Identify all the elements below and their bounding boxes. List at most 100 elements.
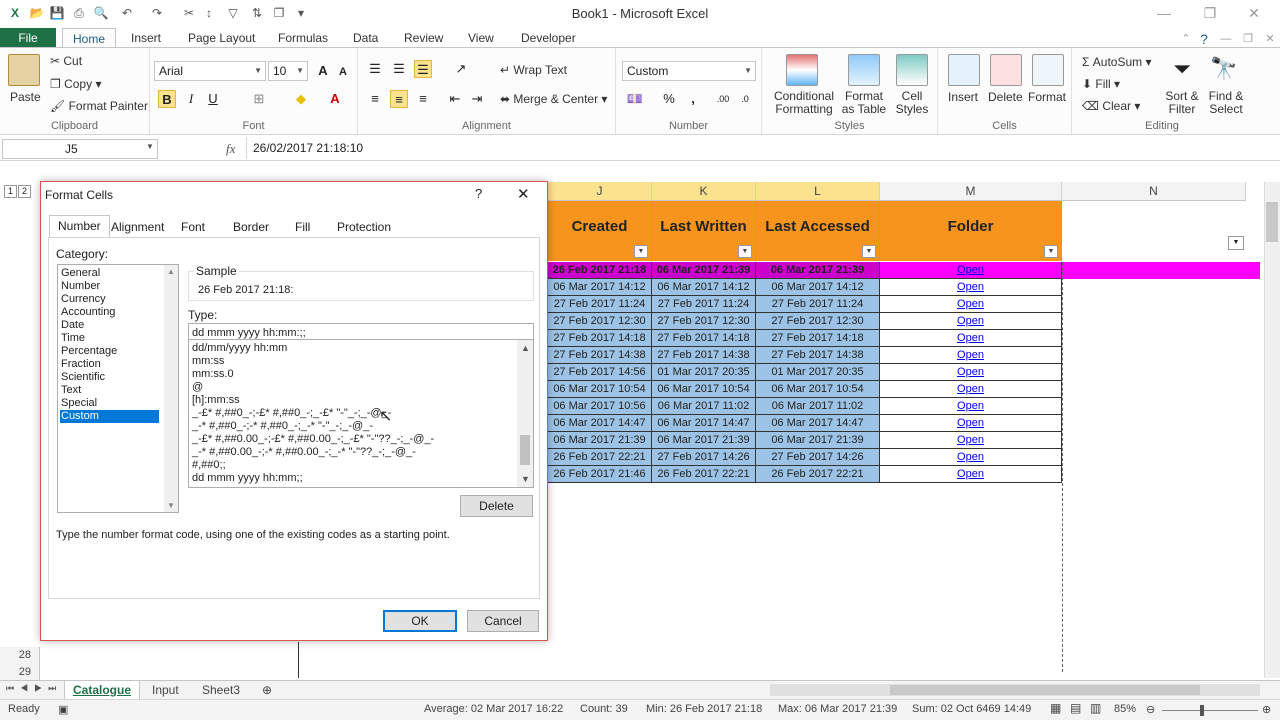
help-icon[interactable]: ? [1194, 30, 1214, 48]
format-list-scrollbar[interactable]: ▲ ▼ [517, 340, 533, 487]
orientation-icon[interactable]: ↗ [452, 60, 470, 78]
date-cell-created[interactable]: 26 Feb 2017 21:18 [548, 262, 652, 279]
sheet-tab-sheet3[interactable]: Sheet3 [194, 681, 248, 699]
folder-open-link[interactable]: Open [880, 313, 1062, 330]
format-code-item[interactable]: [h]:mm:ss [192, 394, 240, 407]
scroll-down-icon[interactable]: ▼ [521, 474, 530, 484]
date-cell-created[interactable]: 26 Feb 2017 21:46 [548, 466, 652, 483]
date-cell-written[interactable]: 27 Feb 2017 11:24 [652, 296, 756, 313]
row-header-28[interactable]: 28 [0, 647, 40, 664]
folder-open-link[interactable]: Open [880, 364, 1062, 381]
category-item[interactable]: Custom [60, 410, 159, 423]
cut-button[interactable]: ✂ Cut [50, 54, 82, 68]
sort-filter-icon[interactable]: ⏷ [1166, 54, 1198, 86]
tab-page-layout[interactable]: Page Layout [178, 28, 265, 48]
shrink-font-icon[interactable]: A [334, 63, 352, 81]
date-cell-written[interactable]: 27 Feb 2017 14:38 [652, 347, 756, 364]
comma-style-icon[interactable]: , [684, 90, 702, 108]
scroll-up-icon[interactable]: ▲ [521, 343, 530, 353]
horizontal-scroll-thumb[interactable] [890, 685, 1200, 695]
filter-dropdown-icon[interactable]: ▼ [738, 245, 752, 258]
format-code-item[interactable]: #,##0;; [192, 459, 226, 472]
conditional-formatting-icon[interactable] [786, 54, 818, 86]
category-item[interactable]: Accounting [60, 306, 159, 319]
font-size-combo[interactable]: 10 ▼ [268, 61, 308, 81]
zoom-slider-handle[interactable] [1200, 705, 1204, 716]
date-cell-created[interactable]: 06 Mar 2017 10:56 [548, 398, 652, 415]
date-cell-accessed[interactable]: 06 Mar 2017 11:02 [756, 398, 880, 415]
grow-font-icon[interactable]: A [314, 62, 332, 80]
category-item[interactable]: Currency [60, 293, 159, 306]
ribbon-collapse-icon[interactable]: ⌃ [1176, 30, 1196, 48]
clear-button[interactable]: ⌫ Clear ▾ [1082, 99, 1140, 113]
autosum-button[interactable]: Σ AutoSum ▾ [1082, 55, 1151, 69]
format-code-list[interactable]: dd/mm/yyyy hh:mm mm:ss mm:ss.0 @ [h]:mm:ss _-… [188, 339, 534, 488]
folder-open-link[interactable]: Open [880, 347, 1062, 364]
tab-protection[interactable]: Protection [329, 217, 399, 237]
wrap-text-button[interactable]: ↵ Wrap Text [500, 63, 567, 77]
font-color-icon[interactable]: A [326, 90, 344, 108]
scroll-thumb[interactable] [520, 435, 530, 465]
tab-view[interactable]: View [458, 28, 504, 48]
sheet-tab-catalogue[interactable]: Catalogue [64, 681, 141, 699]
folder-open-link[interactable]: Open [880, 398, 1062, 415]
column-header-n[interactable]: N [1062, 182, 1246, 201]
category-item[interactable]: Number [60, 280, 159, 293]
category-item[interactable]: Time [60, 332, 159, 345]
format-code-item[interactable]: _-£* #,##0_-;-£* #,##0_-;_-£* "-"_-;_-@_… [192, 407, 391, 420]
zoom-slider[interactable] [1162, 710, 1258, 711]
format-code-item[interactable]: mm:ss.0 [192, 368, 234, 381]
vertical-scrollbar[interactable] [1264, 182, 1280, 678]
category-item[interactable]: Text [60, 384, 159, 397]
align-left-icon[interactable]: ≡ [366, 90, 384, 108]
percent-style-icon[interactable]: % [660, 90, 678, 108]
borders-icon[interactable]: ⊞ [250, 90, 268, 108]
restore-icon[interactable]: ❐ [1200, 4, 1220, 22]
paste-icon[interactable] [8, 54, 40, 86]
scroll-down-icon[interactable]: ▼ [167, 501, 175, 510]
date-cell-accessed[interactable]: 01 Mar 2017 20:35 [756, 364, 880, 381]
insert-cells-icon[interactable] [948, 54, 980, 86]
date-cell-accessed[interactable]: 06 Mar 2017 14:47 [756, 415, 880, 432]
paste-button[interactable]: Paste [10, 90, 41, 104]
insert-button[interactable]: Insert [948, 90, 978, 104]
copy-button[interactable]: ❐ Copy ▾ [50, 77, 101, 91]
date-cell-accessed[interactable]: 27 Feb 2017 14:38 [756, 347, 880, 364]
format-cells-icon[interactable] [1032, 54, 1064, 86]
sheet-nav-icon[interactable]: ⏮◀▶⏭ [6, 683, 62, 694]
italic-button[interactable]: I [182, 90, 200, 108]
format-as-table-button[interactable]: Format as Table [838, 90, 890, 116]
date-cell-accessed[interactable]: 26 Feb 2017 22:21 [756, 466, 880, 483]
delete-format-button[interactable]: Delete [460, 495, 533, 517]
normal-view-icon[interactable]: ▦ [1050, 701, 1061, 715]
date-cell-written[interactable]: 27 Feb 2017 14:26 [652, 449, 756, 466]
outline-level-1[interactable]: 1 [4, 185, 17, 198]
date-cell-written[interactable]: 27 Feb 2017 14:18 [652, 330, 756, 347]
date-cell-accessed[interactable]: 06 Mar 2017 10:54 [756, 381, 880, 398]
decrease-indent-icon[interactable]: ⇤ [446, 90, 464, 108]
date-cell-accessed[interactable]: 27 Feb 2017 14:26 [756, 449, 880, 466]
scroll-up-icon[interactable]: ▲ [167, 267, 175, 276]
tab-home[interactable]: Home [62, 28, 117, 48]
accounting-format-icon[interactable]: 💷 [626, 90, 644, 108]
format-code-item[interactable]: mm:ss [192, 355, 224, 368]
column-header-k[interactable]: K [652, 182, 756, 201]
sheet-tab-input[interactable]: Input [144, 681, 187, 699]
fx-icon[interactable]: fx [226, 141, 235, 157]
zoom-level[interactable]: 85% [1114, 703, 1136, 715]
delete-cells-icon[interactable] [990, 54, 1022, 86]
filter-dropdown-icon[interactable]: ▼ [862, 245, 876, 258]
tab-insert[interactable]: Insert [121, 28, 171, 48]
close-window-icon[interactable]: ✕ [1244, 4, 1264, 22]
page-layout-view-icon[interactable]: ▤ [1070, 701, 1081, 715]
formula-input[interactable]: 26/02/2017 21:18:10 [246, 137, 1264, 159]
date-cell-accessed[interactable]: 27 Feb 2017 11:24 [756, 296, 880, 313]
cell-styles-button[interactable]: Cell Styles [890, 90, 934, 116]
align-center-icon[interactable]: ≡ [390, 90, 408, 108]
date-cell-created[interactable]: 27 Feb 2017 14:18 [548, 330, 652, 347]
merge-center-button[interactable]: ⬌ Merge & Center ▾ [500, 92, 607, 106]
underline-button[interactable]: U [204, 90, 222, 108]
date-cell-written[interactable]: 26 Feb 2017 22:21 [652, 466, 756, 483]
column-header-m[interactable]: M [880, 182, 1062, 201]
vertical-scroll-thumb[interactable] [1266, 202, 1278, 242]
